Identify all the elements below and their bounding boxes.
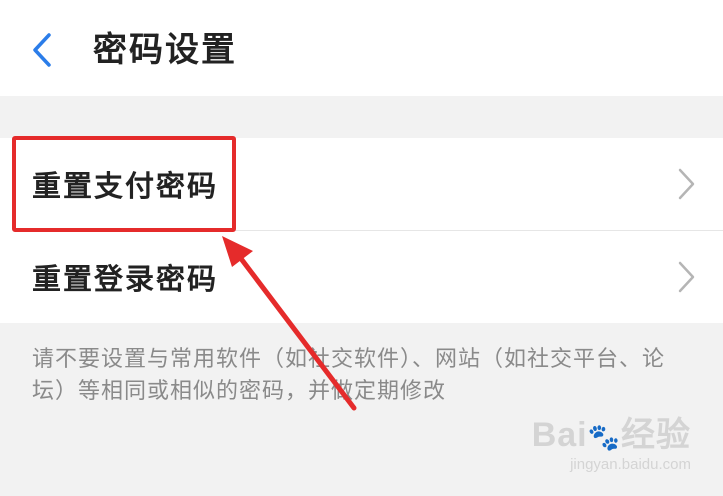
baidu-jingyan-watermark: Bai🐾经验 jingyan.baidu.com (532, 416, 691, 474)
reset-login-password-item[interactable]: 重置登录密码 (0, 231, 723, 323)
chevron-right-icon (678, 261, 695, 293)
watermark-url: jingyan.baidu.com (570, 456, 691, 473)
page-title: 密码设置 (93, 30, 237, 70)
highlight-annotation-box (12, 136, 236, 232)
password-hint-text: 请不要设置与常用软件（如社交软件）、网站（如社交平台、论坛）等相同或相似的密码，… (32, 347, 666, 404)
chevron-left-icon (33, 33, 51, 67)
header-bar: 密码设置 (0, 0, 723, 96)
screen: 密码设置 重置支付密码 重置登录密码 请不要设置与常用软件（如社交软件）、网站（… (0, 0, 723, 496)
back-button[interactable] (22, 28, 62, 72)
watermark-logo: Bai🐾经验 (531, 416, 691, 454)
list-item-label: 重置登录密码 (32, 262, 219, 296)
chevron-right-icon (678, 168, 695, 200)
